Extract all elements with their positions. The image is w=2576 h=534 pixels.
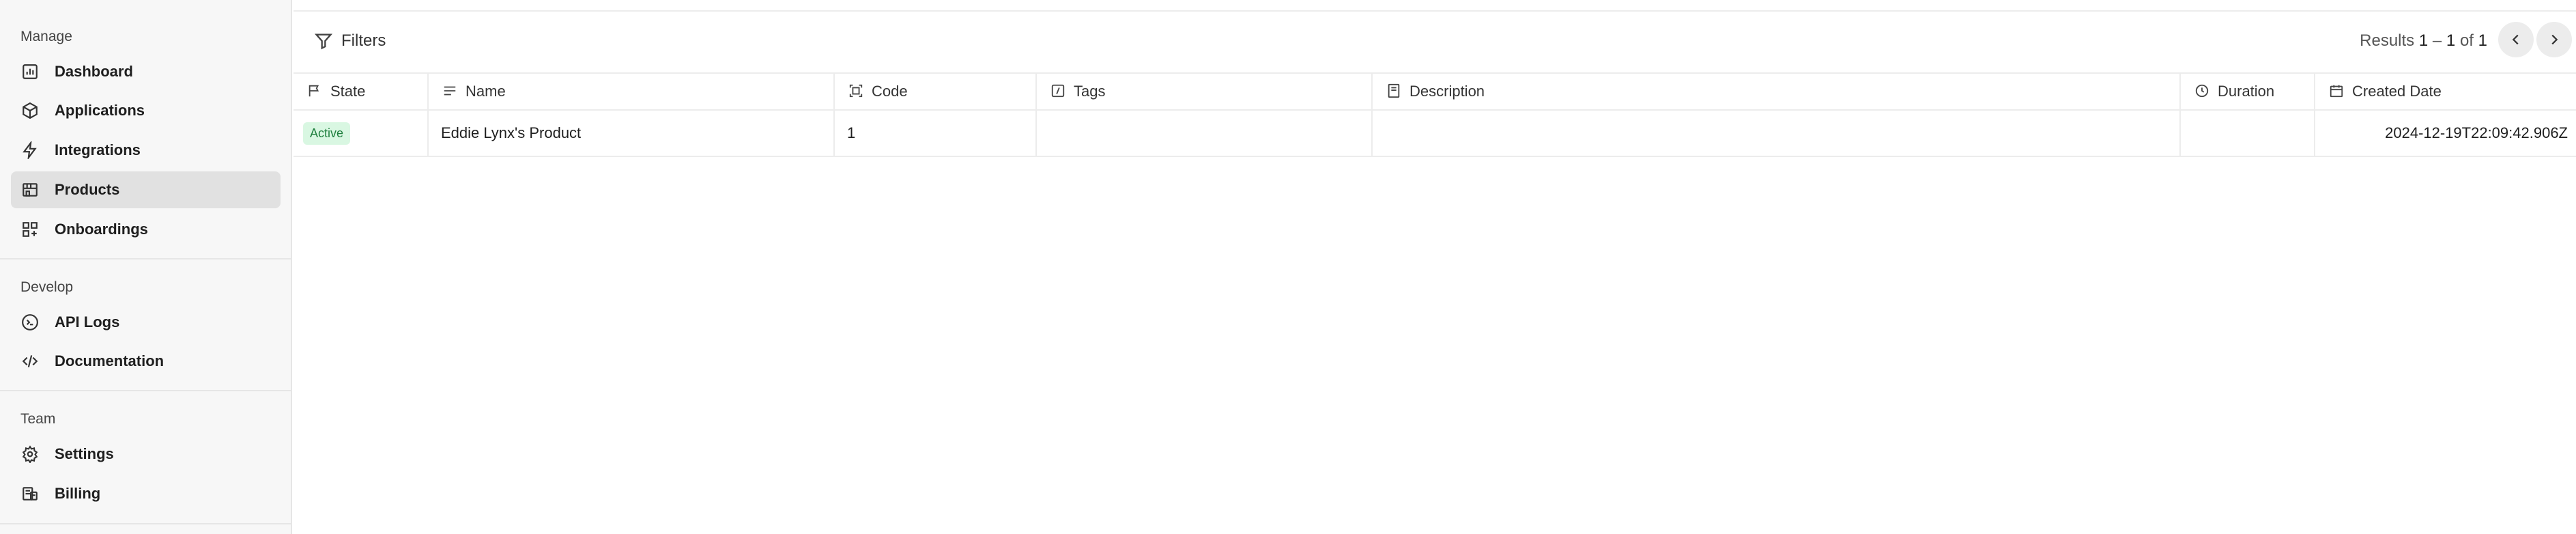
column-header-created-date[interactable]: Created Date <box>2315 74 2576 109</box>
chevron-left-icon <box>2512 34 2519 45</box>
column-label: Created Date <box>2352 83 2442 100</box>
results-separator: – <box>2432 31 2442 50</box>
sidebar-item-label: API Logs <box>55 313 120 331</box>
column-header-name[interactable]: Name <box>429 74 835 109</box>
calendar-icon <box>2329 83 2345 100</box>
column-header-description[interactable]: Description <box>1373 74 2181 109</box>
column-header-tags[interactable]: Tags <box>1037 74 1373 109</box>
cell-state: Active <box>294 111 429 156</box>
results-total: 1 <box>2478 31 2487 50</box>
scan-icon <box>848 83 865 100</box>
dashboard-icon <box>20 62 40 81</box>
column-label: Code <box>872 83 908 100</box>
cell-name: Eddie Lynx's Product <box>429 111 835 156</box>
column-label: Description <box>1409 83 1485 100</box>
document-icon <box>1386 83 1403 100</box>
results-start: 1 <box>2418 31 2429 50</box>
section-label-manage: Manage <box>20 29 72 44</box>
results-summary: Results 1 – 1 of 1 <box>2360 29 2487 53</box>
tag-icon <box>1050 83 1067 100</box>
filter-icon <box>314 33 333 50</box>
previous-page-button[interactable] <box>2498 22 2534 57</box>
sidebar-item-integrations[interactable]: Integrations <box>11 132 281 169</box>
lightning-icon <box>20 141 40 160</box>
lines-icon <box>442 83 459 100</box>
gear-icon <box>20 445 40 464</box>
created-date-value: 2024-12-19T22:09:42.906Z <box>2385 124 2568 141</box>
sidebar-item-applications[interactable]: Applications <box>11 92 281 129</box>
storefront-icon <box>20 180 40 199</box>
clock-icon <box>2194 83 2211 100</box>
column-label: Name <box>466 83 506 100</box>
filters-label: Filters <box>341 31 386 50</box>
column-header-code[interactable]: Code <box>835 74 1037 109</box>
sidebar-item-label: Onboardings <box>55 221 148 238</box>
table-row[interactable]: Active Eddie Lynx's Product 1 2024-12-19… <box>294 111 2576 157</box>
sidebar-item-products[interactable]: Products <box>11 171 281 208</box>
sidebar-item-documentation[interactable]: Documentation <box>11 343 281 380</box>
status-badge: Active <box>303 122 351 145</box>
code-icon <box>20 352 40 371</box>
column-header-duration[interactable]: Duration <box>2181 74 2315 109</box>
sidebar-item-onboardings[interactable]: Onboardings <box>11 211 281 248</box>
sidebar-divider <box>0 258 291 259</box>
cell-duration <box>2181 111 2315 156</box>
sidebar: Manage Dashboard Applications Integratio… <box>0 0 292 534</box>
section-label-team: Team <box>20 411 56 427</box>
sidebar-item-label: Applications <box>55 102 145 119</box>
sidebar-item-label: Documentation <box>55 352 164 369</box>
sidebar-item-label: Billing <box>55 485 101 502</box>
sidebar-item-billing[interactable]: Billing <box>11 475 281 512</box>
section-label-develop: Develop <box>20 279 74 295</box>
sidebar-item-label: Integrations <box>55 141 141 158</box>
sidebar-item-label: Settings <box>55 445 114 462</box>
table-header: State Name Code Tags Description Duratio… <box>294 72 2576 111</box>
terminal-icon <box>20 313 40 332</box>
top-border <box>294 10 2576 12</box>
cell-description <box>1373 111 2181 156</box>
flag-icon <box>307 83 324 100</box>
column-label: Duration <box>2218 83 2275 100</box>
product-code: 1 <box>847 124 856 141</box>
sidebar-divider <box>0 390 291 391</box>
next-page-button[interactable] <box>2536 22 2572 57</box>
sidebar-item-label: Dashboard <box>55 63 133 80</box>
results-prefix: Results <box>2360 31 2415 50</box>
results-of: of <box>2459 31 2474 50</box>
filters-button[interactable]: Filters <box>314 29 386 53</box>
results-end: 1 <box>2446 31 2456 50</box>
column-label: State <box>330 83 366 100</box>
sidebar-item-settings[interactable]: Settings <box>11 436 281 473</box>
cell-created-date: 2024-12-19T22:09:42.906Z <box>2315 111 2576 156</box>
column-label: Tags <box>1074 83 1106 100</box>
sidebar-item-api-logs[interactable]: API Logs <box>11 304 281 341</box>
main-content: Filters Results 1 – 1 of 1 State Name Co… <box>294 0 2576 534</box>
cell-code: 1 <box>835 111 1037 156</box>
sidebar-item-dashboard[interactable]: Dashboard <box>11 53 281 90</box>
sidebar-divider <box>0 523 291 524</box>
sidebar-item-label: Products <box>55 181 120 198</box>
chevron-right-icon <box>2551 34 2558 45</box>
cube-icon <box>20 101 40 120</box>
column-header-state[interactable]: State <box>294 74 429 109</box>
cell-tags <box>1037 111 1373 156</box>
product-name: Eddie Lynx's Product <box>441 124 582 141</box>
grid-add-icon <box>20 220 40 239</box>
billing-icon <box>20 484 40 503</box>
